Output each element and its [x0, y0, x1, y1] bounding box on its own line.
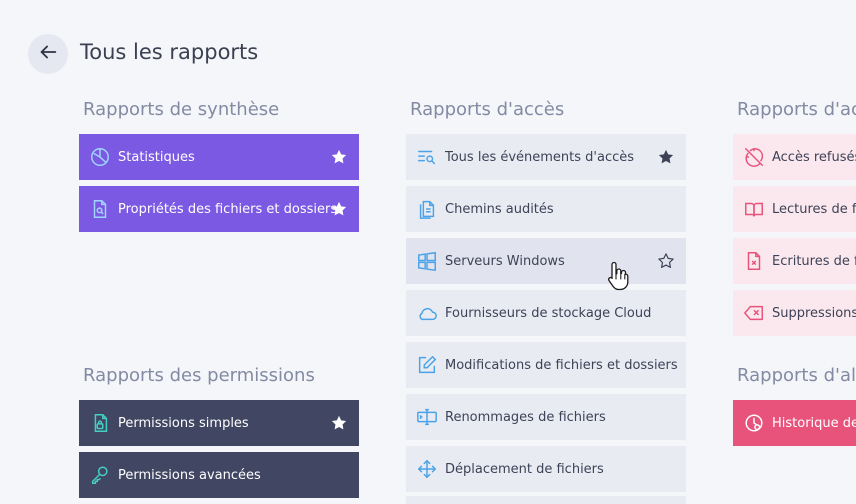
no-access-icon: [743, 146, 765, 168]
report-card-serveurs-windows[interactable]: Serveurs Windows: [406, 238, 686, 284]
move-icon: [416, 458, 438, 480]
star-filled-icon[interactable]: [329, 199, 349, 219]
report-label: Accès refusés: [772, 149, 856, 165]
history-icon: [743, 412, 765, 434]
pie-chart-icon: [89, 146, 111, 168]
report-label: Permissions simples: [118, 415, 249, 431]
book-open-icon: [743, 198, 765, 220]
report-card-deplacement[interactable]: Déplacement de fichiers: [406, 446, 686, 492]
star-filled-icon[interactable]: [329, 147, 349, 167]
hand-cursor-icon: [606, 260, 632, 292]
list-search-icon: [416, 146, 438, 168]
report-card-chemins-audites[interactable]: Chemins audités: [406, 186, 686, 232]
report-card-lectures[interactable]: Lectures de fich: [733, 186, 856, 232]
report-card-ecritures[interactable]: Ecritures de fic: [733, 238, 856, 284]
star-filled-icon[interactable]: [329, 413, 349, 433]
report-label: Serveurs Windows: [445, 253, 565, 269]
report-label: Tous les événements d'accès: [445, 149, 635, 165]
section-title-synthese: Rapports de synthèse: [83, 99, 280, 120]
report-label: Fournisseurs de stockage Cloud: [445, 305, 652, 321]
report-card-permissions-avancees[interactable]: Permissions avancées: [79, 452, 359, 498]
file-x-icon: [743, 250, 765, 272]
arrow-left-icon: [37, 41, 59, 67]
report-card-statistiques[interactable]: Statistiques: [79, 134, 359, 180]
report-label: Propriétés des fichiers et dossiers: [118, 201, 338, 217]
section-title-alertes: Rapports d'ale: [737, 365, 856, 386]
report-label: Statistiques: [118, 149, 195, 165]
back-button[interactable]: [28, 34, 68, 74]
file-search-icon: [89, 198, 111, 220]
report-label: Ecritures de fic: [772, 253, 856, 269]
section-title-permissions: Rapports des permissions: [83, 365, 315, 386]
rename-icon: [416, 406, 438, 428]
report-label: Permissions avancées: [118, 467, 261, 483]
delete-icon: [743, 302, 765, 324]
cloud-icon: [416, 302, 438, 324]
report-label: Renommages de fichiers: [445, 409, 606, 425]
file-lock-icon: [89, 412, 111, 434]
report-card-permissions-simples[interactable]: Permissions simples: [79, 400, 359, 446]
page-title: Tous les rapports: [80, 40, 259, 64]
report-label: Déplacement de fichiers: [445, 461, 604, 477]
windows-icon: [416, 250, 438, 272]
report-label: Suppressions: [772, 305, 856, 321]
report-card-renommages[interactable]: Renommages de fichiers: [406, 394, 686, 440]
report-label: Historique des: [772, 415, 856, 431]
section-title-acces: Rapports d'accès: [410, 99, 565, 120]
report-label: Modifications de fichiers et dossiers: [445, 357, 678, 373]
report-card-proprietes[interactable]: Propriétés des fichiers et dossiers: [79, 186, 359, 232]
report-card-acces-refuses[interactable]: Accès refusés: [733, 134, 856, 180]
report-label: Lectures de fich: [772, 201, 856, 217]
documents-icon: [416, 198, 438, 220]
section-title-acces-refuses: Rapports d'accè: [737, 99, 856, 120]
report-card-suppressions[interactable]: Suppressions: [733, 290, 856, 336]
star-filled-icon[interactable]: [656, 147, 676, 167]
report-card-modifications[interactable]: Modifications de fichiers et dossiers: [406, 342, 686, 388]
key-icon: [89, 464, 111, 486]
report-card-partial: [406, 496, 686, 504]
report-card-cloud[interactable]: Fournisseurs de stockage Cloud: [406, 290, 686, 336]
edit-icon: [416, 354, 438, 376]
star-outline-icon[interactable]: [656, 251, 676, 271]
report-label: Chemins audités: [445, 201, 554, 217]
report-card-historique[interactable]: Historique des: [733, 400, 856, 446]
report-card-tous-evenements[interactable]: Tous les événements d'accès: [406, 134, 686, 180]
